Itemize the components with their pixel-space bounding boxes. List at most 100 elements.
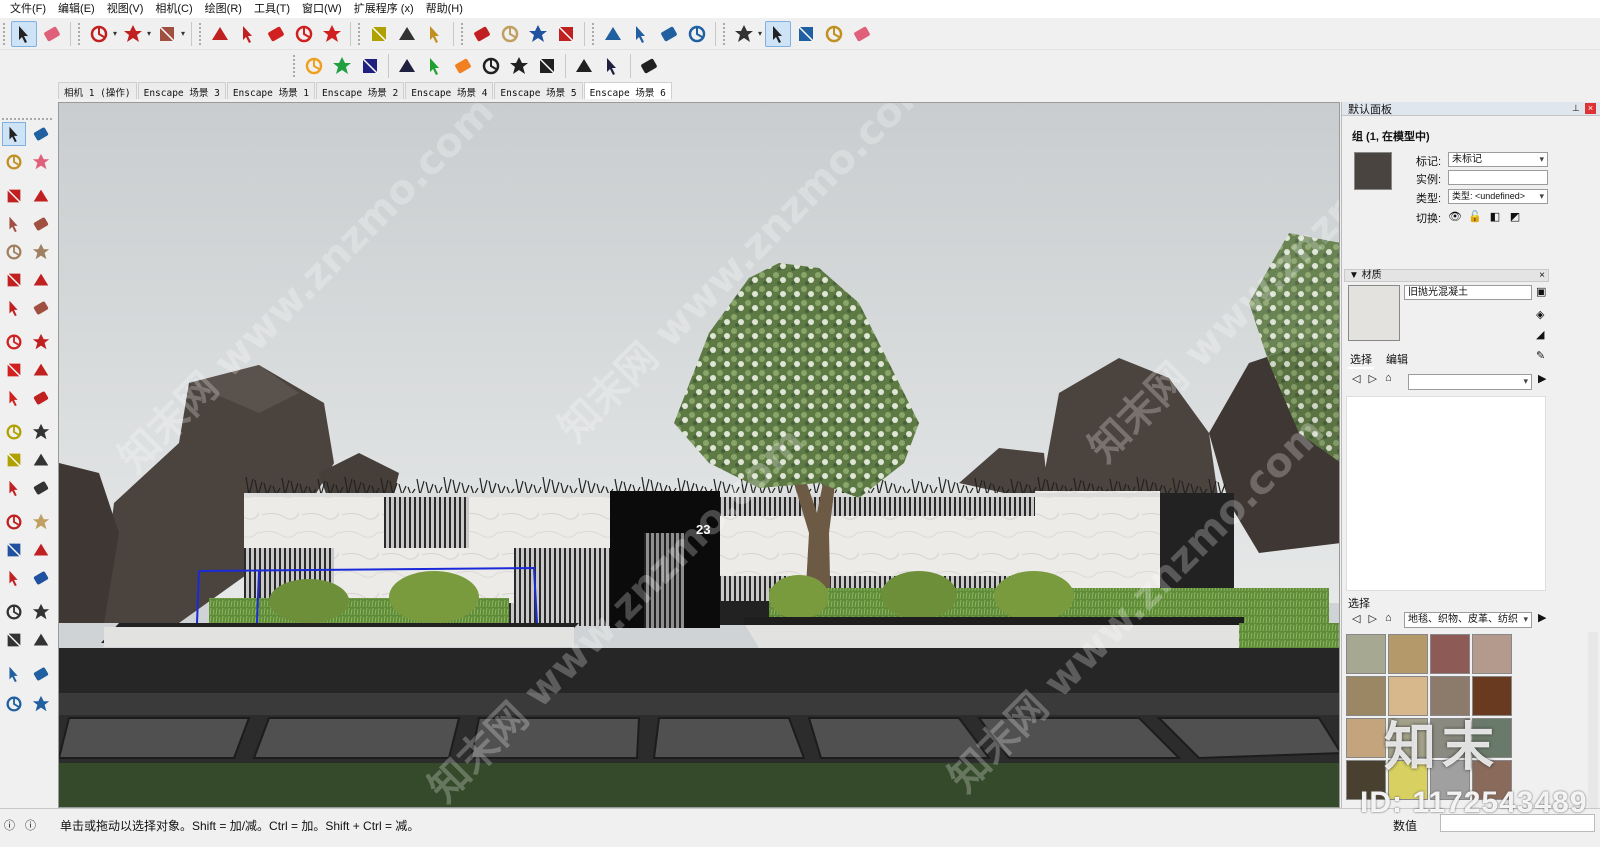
material-thumbnail[interactable] xyxy=(1346,676,1386,716)
rotated-rectangle-icon[interactable] xyxy=(29,212,53,236)
scene-tab-enscape-3[interactable]: Enscape 场景 3 xyxy=(137,82,226,99)
menu-tools[interactable]: 工具(T) xyxy=(248,0,296,18)
dimension-icon[interactable] xyxy=(29,420,53,444)
menu-edit[interactable]: 编辑(E) xyxy=(52,0,101,18)
rotate-icon[interactable] xyxy=(2,358,26,382)
orbit-icon[interactable] xyxy=(469,21,495,47)
enscape-about-icon[interactable] xyxy=(599,53,625,79)
material-name-input[interactable]: 旧抛光混凝土 xyxy=(1404,285,1532,300)
enscape-start-icon[interactable] xyxy=(301,53,327,79)
follow-me-icon[interactable] xyxy=(29,358,53,382)
enscape-upload-icon[interactable] xyxy=(506,53,532,79)
sandbox-icon[interactable] xyxy=(684,21,710,47)
forward-arrow-icon[interactable]: ▷ xyxy=(1368,612,1376,625)
home-icon[interactable]: ⌂ xyxy=(1385,372,1392,385)
walk-icon[interactable] xyxy=(2,628,26,652)
eraser-icon[interactable] xyxy=(849,21,875,47)
hidden-toggle-icon[interactable]: 👁 xyxy=(1448,209,1462,223)
scene-tab-enscape-4[interactable]: Enscape 场景 4 xyxy=(405,82,494,99)
arc-icon[interactable] xyxy=(2,268,26,292)
previous-view-icon[interactable] xyxy=(29,566,53,590)
dropdown-arrow-icon[interactable]: ▾ xyxy=(147,29,151,38)
dropdown-arrow-icon[interactable]: ▾ xyxy=(181,29,185,38)
user-icon[interactable] xyxy=(731,21,757,47)
sandbox-icon[interactable] xyxy=(29,692,53,716)
close-icon[interactable]: × xyxy=(1539,270,1545,281)
scale-icon[interactable] xyxy=(2,386,26,410)
material-list-area[interactable] xyxy=(1346,396,1546,591)
tape-measure-icon[interactable] xyxy=(2,420,26,444)
details-arrow-icon[interactable]: ▶ xyxy=(1538,611,1546,624)
info-icon[interactable]: ⓘ xyxy=(25,817,36,833)
extension-warehouse-icon[interactable] xyxy=(29,662,53,686)
paint-bucket-icon[interactable] xyxy=(821,21,847,47)
enscape-sun-icon[interactable] xyxy=(450,53,476,79)
text-icon[interactable] xyxy=(29,448,53,472)
pencil-line-icon[interactable] xyxy=(2,184,26,208)
extension-warehouse-icon[interactable] xyxy=(628,21,654,47)
toolbar-grip[interactable] xyxy=(293,55,297,77)
material-preview[interactable] xyxy=(1348,285,1400,341)
paint-bucket-icon[interactable] xyxy=(2,150,26,174)
pin-icon[interactable]: ⊥ xyxy=(1572,103,1582,113)
3d-text-icon[interactable] xyxy=(29,476,53,500)
pan-icon[interactable] xyxy=(29,510,53,534)
material-thumbnail[interactable] xyxy=(1472,634,1512,674)
zoom-window-icon[interactable] xyxy=(29,538,53,562)
collection-select[interactable] xyxy=(1408,374,1532,390)
menu-camera[interactable]: 相机(C) xyxy=(149,0,198,18)
instance-input[interactable] xyxy=(1448,170,1548,185)
toolbar-grip[interactable] xyxy=(461,22,465,45)
scene-tab-enscape-5[interactable]: Enscape 场景 5 xyxy=(494,82,583,99)
polygon-icon[interactable] xyxy=(29,240,53,264)
enscape-settings-icon[interactable] xyxy=(534,53,560,79)
menu-draw[interactable]: 绘图(R) xyxy=(199,0,248,18)
dropdown-arrow-icon[interactable]: ▾ xyxy=(113,29,117,38)
warehouse-icon[interactable] xyxy=(2,662,26,686)
warehouse-icon[interactable] xyxy=(600,21,626,47)
tab-edit[interactable]: 编辑 xyxy=(1384,351,1410,369)
material-thumbnail[interactable] xyxy=(1346,634,1386,674)
section-plane-icon[interactable] xyxy=(29,628,53,652)
eraser-icon[interactable] xyxy=(39,21,65,47)
toolbar-grip[interactable] xyxy=(78,22,82,45)
toolbar-grip[interactable] xyxy=(358,22,362,45)
sample-paint-icon[interactable]: ◢ xyxy=(1536,328,1544,341)
scale-icon[interactable] xyxy=(319,21,345,47)
materials-section-bar[interactable]: ▼ 材质 × xyxy=(1344,269,1549,282)
enscape-tree-icon[interactable] xyxy=(422,53,448,79)
freehand-icon[interactable] xyxy=(29,184,53,208)
entity-material-swatch[interactable] xyxy=(1354,152,1392,190)
enscape-material-icon[interactable] xyxy=(478,53,504,79)
pan-icon[interactable] xyxy=(497,21,523,47)
tag-select[interactable]: 未标记 xyxy=(1448,152,1548,167)
model-viewport[interactable]: 23 知末网 www.znzmo.com 知末网 www.znzmo.com 知… xyxy=(58,102,1340,808)
push-pull-icon[interactable] xyxy=(29,330,53,354)
display-secondary-icon[interactable]: ◈ xyxy=(1536,308,1544,321)
details-arrow-icon[interactable]: ▶ xyxy=(1538,372,1546,385)
select-icon[interactable] xyxy=(11,20,37,47)
toolbar-grip[interactable] xyxy=(3,22,7,45)
scrollbar[interactable] xyxy=(1588,632,1598,808)
move-icon[interactable] xyxy=(263,21,289,47)
select-icon[interactable] xyxy=(2,122,26,146)
axes-icon[interactable] xyxy=(2,476,26,500)
follow-me-icon[interactable] xyxy=(235,21,261,47)
toolbar-grip[interactable] xyxy=(592,22,596,45)
enscape-views-icon[interactable] xyxy=(357,53,383,79)
library-select[interactable]: 地毯、织物、皮革、纺织 xyxy=(1404,612,1532,628)
scene-tab-camera-1[interactable]: 相机 1 (操作) xyxy=(58,82,137,99)
enscape-sync-icon[interactable] xyxy=(329,53,355,79)
back-arrow-icon[interactable]: ◁ xyxy=(1352,612,1360,625)
tape-measure-icon[interactable] xyxy=(366,21,392,47)
zoom-extents-icon[interactable] xyxy=(553,21,579,47)
enscape-feedback-icon[interactable] xyxy=(571,53,597,79)
scene-tab-enscape-6[interactable]: Enscape 场景 6 xyxy=(583,82,672,99)
rectangle-icon[interactable] xyxy=(2,212,26,236)
material-thumbnail[interactable] xyxy=(1346,718,1386,758)
paint-bucket-icon[interactable] xyxy=(422,21,448,47)
eraser-icon[interactable] xyxy=(29,150,53,174)
rectangle-icon[interactable] xyxy=(154,21,180,47)
two-point-arc-icon[interactable] xyxy=(29,268,53,292)
zoom-extents-icon[interactable] xyxy=(2,566,26,590)
